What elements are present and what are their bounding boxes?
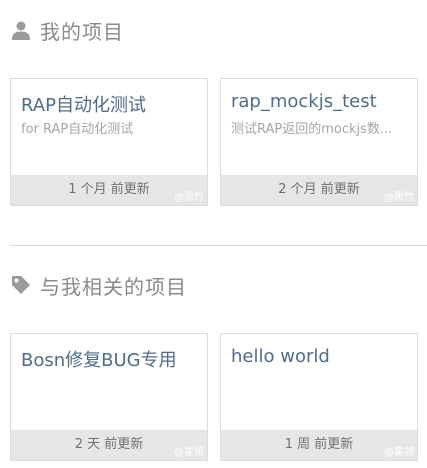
section-divider — [10, 245, 427, 246]
project-name[interactable]: Bosn修复BUG专用 — [21, 346, 177, 372]
project-owner[interactable]: @思竹 — [384, 188, 414, 203]
project-description: for RAP自动化测试 — [21, 122, 134, 137]
section-title: 与我相关的项目 — [40, 274, 187, 299]
project-footer: 1 周 前更新 @霍领 — [221, 430, 417, 460]
project-card[interactable]: hello world 1 周 前更新 @霍领 — [220, 333, 418, 461]
project-owner[interactable]: @霍领 — [174, 443, 204, 458]
project-footer: 2 个月 前更新 @思竹 — [221, 175, 417, 205]
project-owner[interactable]: @霍领 — [384, 443, 414, 458]
tag-icon — [10, 274, 32, 296]
project-footer: 2 天 前更新 @霍领 — [11, 430, 207, 460]
project-owner[interactable]: @思竹 — [174, 188, 204, 203]
related-projects-heading: 与我相关的项目 — [10, 270, 187, 300]
project-card[interactable]: RAP自动化测试 for RAP自动化测试 1 个月 前更新 @思竹 — [10, 78, 208, 206]
my-projects-heading: 我的项目 — [10, 15, 124, 45]
project-name[interactable]: rap_mockjs_test — [231, 91, 377, 112]
project-name[interactable]: hello world — [231, 346, 330, 367]
project-footer: 1 个月 前更新 @思竹 — [11, 175, 207, 205]
project-description: 测试RAP返回的mockjs数... — [231, 122, 393, 137]
project-name[interactable]: RAP自动化测试 — [21, 91, 146, 117]
project-card[interactable]: rap_mockjs_test 测试RAP返回的mockjs数... 2 个月 … — [220, 78, 418, 206]
project-card[interactable]: Bosn修复BUG专用 2 天 前更新 @霍领 — [10, 333, 208, 461]
section-title: 我的项目 — [40, 19, 124, 44]
user-icon — [10, 19, 32, 41]
